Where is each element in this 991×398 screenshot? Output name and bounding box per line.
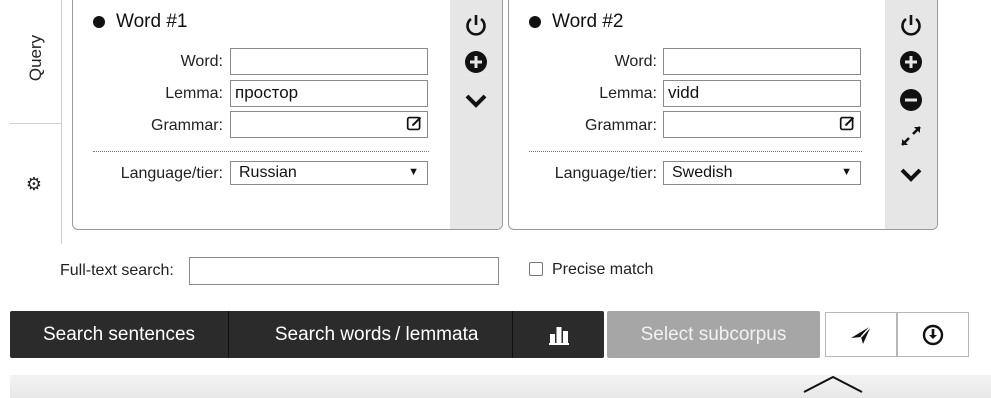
select-subcorpus-button[interactable]: Select subcorpus bbox=[607, 311, 820, 358]
action-bar: Search sentences Search words / lemmata bbox=[10, 311, 604, 358]
expand-icon[interactable] bbox=[898, 123, 924, 149]
bullet-icon bbox=[529, 16, 541, 28]
lemma-label: Lemma: bbox=[599, 85, 657, 102]
word-side-panel bbox=[885, 0, 937, 229]
word-label: Word: bbox=[614, 53, 657, 70]
download-button[interactable] bbox=[897, 312, 969, 357]
caret-down-icon: ▼ bbox=[408, 166, 419, 178]
word-card-title: Word #1 bbox=[93, 11, 187, 33]
statistics-button[interactable] bbox=[513, 311, 604, 358]
chevron-down-icon[interactable] bbox=[898, 161, 924, 187]
lemma-input[interactable]: простор bbox=[230, 80, 428, 107]
lemma-input[interactable]: vidd bbox=[663, 80, 861, 107]
search-sentences-button[interactable]: Search sentences bbox=[10, 311, 228, 358]
word-title-label: Word #1 bbox=[116, 11, 188, 32]
word-input[interactable] bbox=[663, 48, 861, 75]
language-select-value: Swedish bbox=[672, 164, 733, 181]
word-side-panel bbox=[450, 0, 502, 229]
grammar-input[interactable] bbox=[230, 111, 428, 138]
lemmata-button[interactable]: / lemmata bbox=[393, 311, 512, 358]
search-words-button[interactable]: Search words bbox=[229, 311, 393, 358]
language-select[interactable]: Swedish ▼ bbox=[663, 161, 861, 185]
divider bbox=[529, 151, 862, 152]
gear-icon[interactable]: ⚙ bbox=[24, 174, 44, 194]
word-card-title: Word #2 bbox=[529, 11, 623, 33]
chevron-up-icon[interactable] bbox=[802, 374, 864, 394]
fulltext-label: Full-text search: bbox=[60, 262, 174, 279]
paper-plane-icon bbox=[851, 324, 872, 344]
power-icon[interactable] bbox=[898, 12, 924, 38]
power-icon[interactable] bbox=[463, 12, 489, 38]
download-icon bbox=[922, 324, 944, 345]
fulltext-input[interactable] bbox=[189, 257, 499, 285]
language-label: Language/tier: bbox=[120, 165, 223, 182]
tab-query[interactable]: Query bbox=[10, 0, 62, 124]
grammar-label: Grammar: bbox=[585, 117, 657, 134]
word-card-1: Word #1 Word: Lemma: простор Grammar: La… bbox=[72, 0, 503, 230]
word-label: Word: bbox=[180, 53, 223, 70]
grammar-label: Grammar: bbox=[151, 117, 223, 134]
caret-down-icon: ▼ bbox=[841, 166, 852, 178]
divider bbox=[93, 151, 429, 152]
precise-match-checkbox[interactable] bbox=[529, 262, 543, 276]
language-select[interactable]: Russian ▼ bbox=[230, 161, 428, 185]
grammar-input[interactable] bbox=[663, 111, 861, 138]
edit-icon[interactable] bbox=[839, 115, 856, 132]
word-title-label: Word #2 bbox=[552, 11, 624, 32]
tab-query-label: Query bbox=[25, 34, 45, 82]
bar-chart-icon bbox=[548, 326, 569, 345]
lemma-label: Lemma: bbox=[165, 85, 223, 102]
minus-circle-icon[interactable] bbox=[898, 87, 924, 113]
share-button[interactable] bbox=[825, 312, 897, 357]
precise-match-label: Precise match bbox=[552, 261, 654, 278]
word-card-2: Word #2 Word: Lemma: vidd Grammar: Langu… bbox=[508, 0, 938, 230]
language-select-value: Russian bbox=[239, 164, 297, 181]
plus-circle-icon[interactable] bbox=[463, 49, 489, 75]
bullet-icon bbox=[93, 16, 105, 28]
chevron-down-icon[interactable] bbox=[463, 87, 489, 113]
language-label: Language/tier: bbox=[554, 165, 657, 182]
word-input[interactable] bbox=[230, 48, 428, 75]
plus-circle-icon[interactable] bbox=[898, 49, 924, 75]
edit-icon[interactable] bbox=[406, 115, 423, 132]
